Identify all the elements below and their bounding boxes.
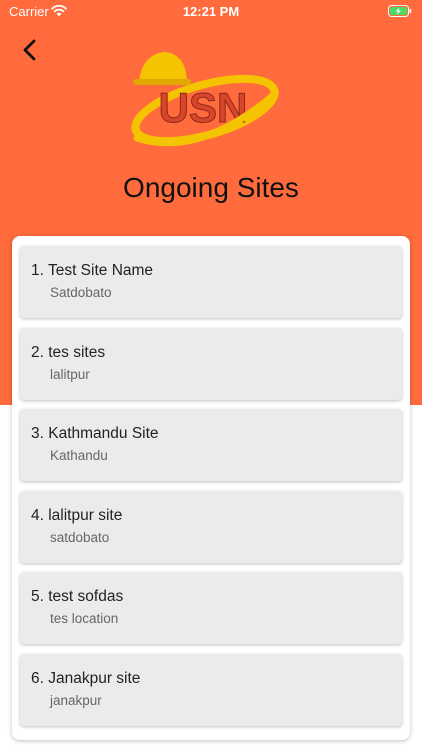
- site-item-5[interactable]: 5. test sofdas tes location: [20, 572, 402, 644]
- chevron-left-icon: [23, 39, 36, 61]
- site-location: tes location: [50, 611, 119, 626]
- site-location: Satdobato: [50, 285, 112, 300]
- sites-list: 1. Test Site Name Satdobato 2. tes sites…: [12, 236, 410, 740]
- app-logo: USN: [131, 52, 279, 147]
- site-location: janakpur: [50, 692, 102, 708]
- site-title: 5. test sofdas: [31, 588, 124, 605]
- site-item-1[interactable]: 1. Test Site Name Satdobato: [20, 246, 402, 318]
- status-time: 12:21 PM: [182, 4, 240, 19]
- page-title: Ongoing Sites: [123, 172, 299, 203]
- site-item-3[interactable]: 3. Kathmandu Site Kathandu: [20, 409, 402, 481]
- site-item-6[interactable]: 6. Janakpur site janakpur: [20, 653, 402, 726]
- site-title: 4. lalitpur site: [31, 506, 123, 524]
- site-title: 6. Janakpur site: [31, 669, 141, 687]
- site-location: satdobato: [50, 529, 110, 545]
- battery-charging-icon: [388, 5, 412, 17]
- site-item-2[interactable]: 2. tes sites lalitpur: [20, 327, 402, 400]
- site-location: Kathandu: [50, 448, 108, 463]
- site-title: 2. tes sites: [31, 343, 106, 361]
- site-item-4[interactable]: 4. lalitpur site satdobato: [20, 490, 402, 563]
- status-bar: Carrier 12:21 PM: [0, 0, 422, 24]
- site-title: 1. Test Site Name: [31, 262, 154, 279]
- site-title: 3. Kathmandu Site: [31, 425, 159, 442]
- site-location: lalitpur: [50, 366, 90, 382]
- back-button[interactable]: [16, 36, 44, 64]
